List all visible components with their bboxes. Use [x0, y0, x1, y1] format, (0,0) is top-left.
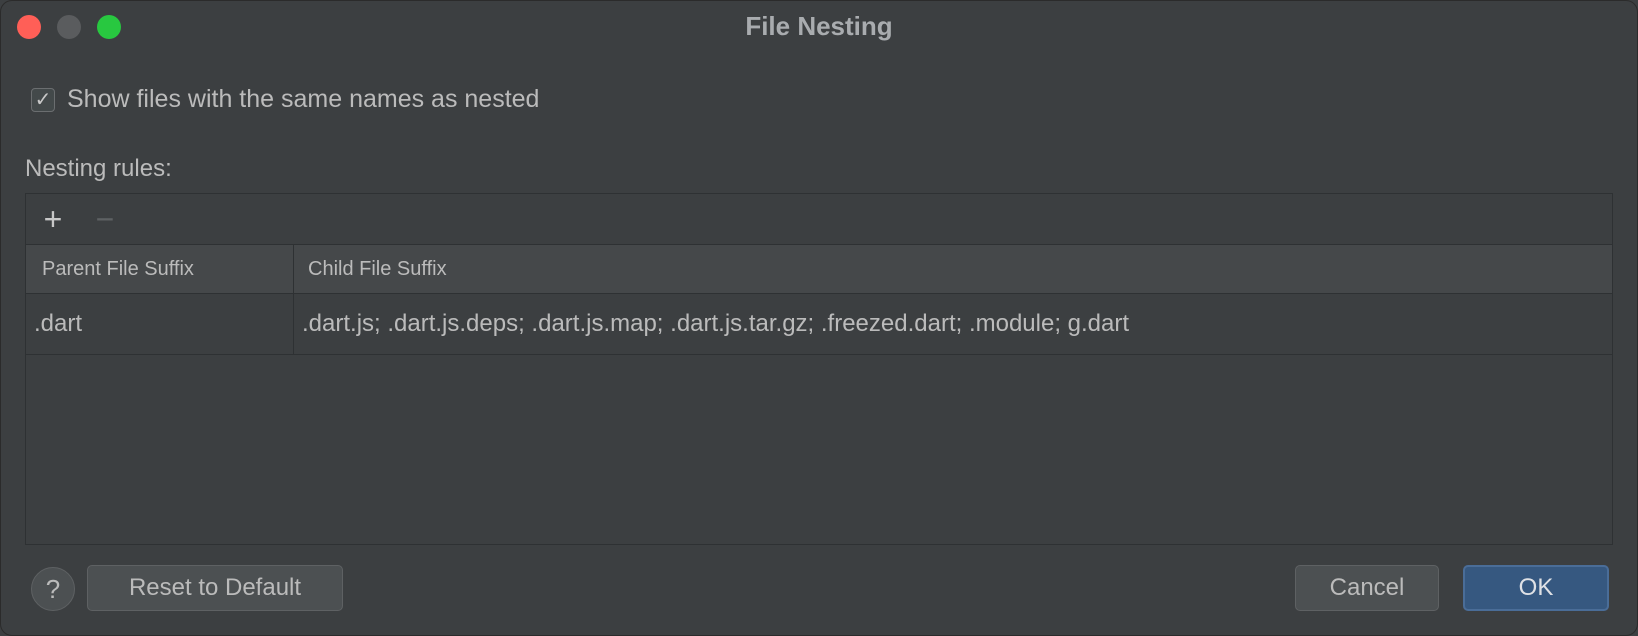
cancel-button[interactable]: Cancel: [1295, 565, 1439, 611]
table-toolbar: + −: [26, 194, 1612, 245]
title-bar: File Nesting: [1, 1, 1637, 53]
child-suffix-cell[interactable]: .dart.js; .dart.js.deps; .dart.js.map; .…: [294, 294, 1612, 354]
question-mark-icon: ?: [45, 573, 61, 604]
nesting-rules-table: + − Parent File Suffix Child File Suffix…: [25, 193, 1613, 545]
column-header-parent-suffix[interactable]: Parent File Suffix: [26, 245, 294, 293]
reset-to-default-button[interactable]: Reset to Default: [87, 565, 343, 611]
show-same-names-checkbox[interactable]: ✓: [31, 87, 55, 112]
show-same-names-option[interactable]: ✓ Show files with the same names as nest…: [31, 85, 539, 114]
checkmark-icon: ✓: [34, 88, 52, 111]
nesting-rules-label: Nesting rules:: [25, 155, 172, 182]
column-header-child-suffix[interactable]: Child File Suffix: [294, 245, 1612, 293]
help-button[interactable]: ?: [31, 567, 75, 611]
remove-rule-button[interactable]: −: [88, 202, 122, 236]
plus-icon: +: [43, 201, 63, 237]
file-nesting-dialog: File Nesting ✓ Show files with the same …: [0, 0, 1638, 636]
table-header: Parent File Suffix Child File Suffix: [26, 245, 1612, 294]
ok-button[interactable]: OK: [1463, 565, 1609, 611]
table-row[interactable]: .dart .dart.js; .dart.js.deps; .dart.js.…: [26, 294, 1612, 355]
minus-icon: −: [95, 201, 115, 237]
dialog-title: File Nesting: [745, 11, 893, 41]
parent-suffix-cell[interactable]: .dart: [26, 294, 294, 354]
show-same-names-label[interactable]: Show files with the same names as nested: [67, 85, 539, 114]
add-rule-button[interactable]: +: [36, 202, 70, 236]
dialog-footer: ? Reset to Default Cancel OK: [1, 563, 1637, 613]
